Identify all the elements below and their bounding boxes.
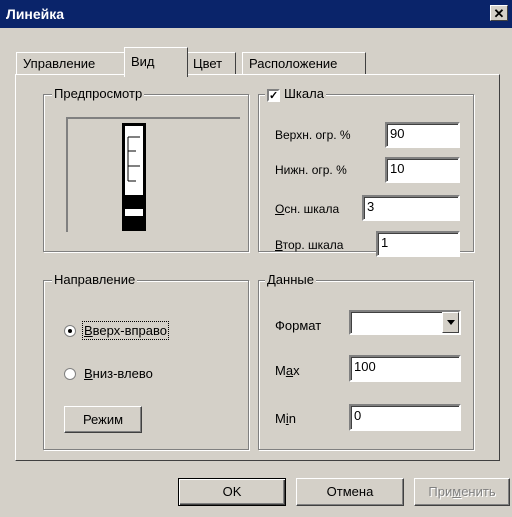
tab-color[interactable]: Цвет — [186, 52, 236, 74]
scale-legend-label: Шкала — [284, 86, 324, 101]
up-right-label-rest: верх-вправо — [92, 323, 167, 338]
ruler-preview — [122, 123, 146, 231]
radio-dot-icon — [68, 329, 72, 333]
apply-label-a: При — [428, 484, 453, 499]
lower-limit-input[interactable]: 10 — [385, 157, 460, 183]
scale-group: ✓ Шкала Верхн. огр. % 90 Нижн. огр. % 10 … — [258, 86, 474, 257]
max-input[interactable]: 100 — [349, 355, 461, 382]
upper-limit-input[interactable]: 90 — [385, 122, 460, 148]
tab-control[interactable]: Управление — [16, 52, 126, 74]
data-legend: Данные — [265, 272, 316, 287]
tab-panel-view: Предпросмотр ✓ Шкала Верхн. огр. % 90 Ниж… — [15, 74, 500, 461]
down-left-label-rest: низ-влево — [92, 366, 153, 381]
format-label: Формат — [275, 318, 322, 333]
data-group: Данные Формат Мax 100 Min 0 — [258, 272, 474, 450]
cancel-button[interactable]: Отмена — [296, 478, 404, 506]
mode-button[interactable]: Режим — [64, 406, 142, 433]
tab-view[interactable]: Вид — [124, 47, 188, 77]
upper-limit-label: Верхн. огр. % — [275, 128, 351, 142]
radio-down-left[interactable] — [64, 368, 76, 380]
down-left-label[interactable]: Вниз-влево — [84, 366, 153, 381]
format-dropdown-button[interactable] — [442, 312, 459, 333]
main-scale-label: Осн. шкала — [275, 202, 339, 216]
apply-label-b: енить — [461, 484, 496, 499]
tab-position[interactable]: Расположение — [242, 52, 366, 74]
main-scale-accel: О — [275, 202, 285, 216]
preview-area — [66, 117, 240, 232]
preview-group: Предпросмотр — [43, 86, 249, 252]
main-scale-input[interactable]: 3 — [362, 195, 460, 221]
minor-scale-accel: В — [275, 238, 283, 252]
min-input[interactable]: 0 — [349, 404, 461, 431]
preview-legend: Предпросмотр — [52, 86, 145, 101]
ok-button[interactable]: OK — [178, 478, 286, 506]
apply-label-accel: м — [452, 484, 462, 499]
apply-button[interactable]: Применить — [414, 478, 510, 506]
window-title: Линейка — [6, 6, 65, 22]
title-bar: Линейка ✕ — [0, 0, 512, 28]
close-icon[interactable]: ✕ — [490, 5, 508, 21]
main-scale-label-rest: сн. шкала — [284, 202, 340, 216]
up-right-label[interactable]: Вверх-вправо — [82, 321, 169, 340]
scale-legend: ✓ Шкала — [265, 86, 326, 102]
max-label-b: x — [293, 363, 300, 378]
min-label-a: M — [275, 411, 286, 426]
max-label-a: М — [275, 363, 286, 378]
max-label: Мax — [275, 363, 300, 378]
ruler-bar — [125, 195, 143, 209]
radio-up-right[interactable] — [64, 325, 76, 337]
checkmark-icon: ✓ — [269, 90, 279, 102]
lower-limit-label: Нижн. огр. % — [275, 163, 347, 177]
scale-checkbox[interactable]: ✓ — [267, 89, 280, 102]
down-left-accel: В — [84, 366, 93, 381]
max-label-accel: a — [285, 363, 294, 378]
direction-group: Направление Вверх-вправо Вниз-влево Режи… — [43, 272, 249, 450]
minor-scale-input[interactable]: 1 — [376, 231, 460, 257]
format-select[interactable] — [349, 310, 461, 335]
tab-view-label: Вид — [131, 54, 155, 69]
up-right-accel: В — [84, 323, 93, 338]
min-label: Min — [275, 411, 296, 426]
minor-scale-label: Втор. шкала — [275, 238, 343, 252]
minor-scale-label-rest: тор. шкала — [282, 238, 344, 252]
min-label-b: n — [288, 411, 296, 426]
direction-legend: Направление — [52, 272, 138, 287]
chevron-down-icon — [447, 320, 455, 325]
